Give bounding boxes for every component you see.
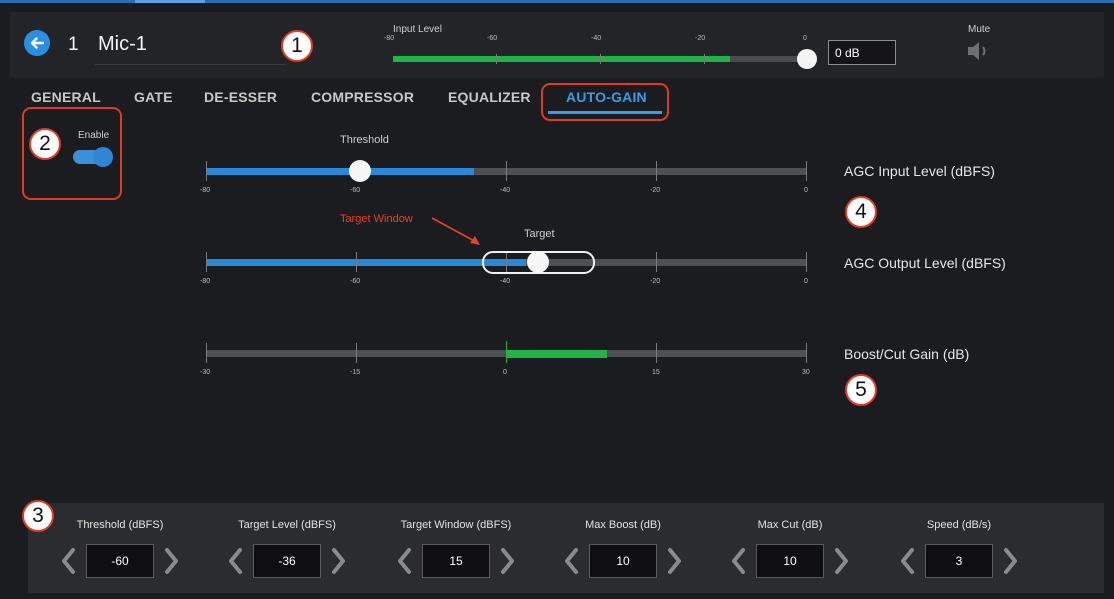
agc-output-tick (356, 252, 357, 272)
agc-output-level-fill (206, 259, 526, 266)
agc-input-tick-label: -40 (500, 187, 511, 194)
agc-output-tick-label: -20 (650, 278, 661, 285)
chevron-right-icon[interactable] (497, 546, 517, 576)
input-gain-knob[interactable] (797, 49, 817, 69)
target-window-annotation: Target Window (340, 213, 413, 225)
param-value-field[interactable]: 10 (589, 544, 657, 578)
speaker-icon[interactable] (966, 40, 992, 62)
agc-output-tick (656, 252, 657, 272)
input-meter-tick (704, 54, 705, 64)
agc-input-level-fill (206, 168, 474, 175)
tab-general[interactable]: GENERAL (31, 89, 101, 105)
auto-gain-highlight-box (541, 83, 669, 121)
chevron-left-icon[interactable] (898, 546, 918, 576)
enable-toggle-knob[interactable] (93, 147, 113, 167)
boost-cut-gain-label: Boost/Cut Gain (dB) (844, 346, 970, 362)
input-level-fill (393, 56, 730, 62)
mute-label: Mute (968, 24, 991, 35)
annotation-arrow-icon (431, 217, 480, 245)
param-label: Max Cut (dB) (757, 519, 823, 531)
agc-input-tick-label: -80 (200, 187, 211, 194)
chevron-right-icon[interactable] (161, 546, 181, 576)
callout-5: 5 (845, 374, 877, 406)
param-value-field[interactable]: 15 (422, 544, 490, 578)
chevron-right-icon[interactable] (664, 546, 684, 576)
param-label: Target Level (dBFS) (238, 519, 336, 531)
input-meter-tick (600, 54, 601, 64)
boost-cut-tick (356, 343, 357, 363)
param-value-field[interactable]: 3 (925, 544, 993, 578)
boost-cut-tick-label: 30 (802, 369, 810, 376)
param-label: Threshold (dBFS) (76, 519, 164, 531)
agc-output-tick-label: -40 (500, 278, 511, 285)
back-arrow-icon (30, 37, 45, 49)
agc-output-level-label: AGC Output Level (dBFS) (844, 255, 1006, 271)
boost-cut-tick-label: 15 (652, 369, 660, 376)
boost-cut-tick-label: -15 (350, 369, 361, 376)
agc-output-tick-label: -80 (200, 278, 211, 285)
boost-cut-tick (806, 343, 807, 363)
agc-output-tick-label: 0 (804, 278, 808, 285)
callout-2: 2 (29, 128, 61, 160)
back-button[interactable] (24, 30, 50, 56)
param-value-field[interactable]: -60 (86, 544, 154, 578)
callout-1: 1 (281, 30, 313, 62)
threshold-knob[interactable] (349, 160, 371, 182)
target-slider-label: Target (524, 228, 555, 240)
channel-name-underline (95, 64, 285, 65)
enable-label: Enable (78, 130, 110, 141)
chevron-left-icon[interactable] (226, 546, 246, 576)
agc-input-tick-label: 0 (804, 187, 808, 194)
chevron-right-icon[interactable] (328, 546, 348, 576)
param-label: Target Window (dBFS) (400, 519, 512, 531)
param-value-field[interactable]: 10 (756, 544, 824, 578)
tab-compressor[interactable]: COMPRESSOR (311, 89, 414, 105)
channel-header (10, 12, 1104, 78)
param-label: Speed (dB/s) (926, 519, 992, 531)
input-level-label: Input Level (393, 24, 442, 35)
agc-input-tick-label: -20 (650, 187, 661, 194)
agc-output-tick-label: -60 (350, 278, 361, 285)
agc-input-tick (806, 161, 807, 181)
agc-input-level-label: AGC Input Level (dBFS) (844, 163, 995, 179)
param-value-field[interactable]: -36 (253, 544, 321, 578)
agc-input-tick-label: -60 (350, 187, 361, 194)
tab-gate[interactable]: GATE (134, 89, 173, 105)
boost-cut-tick (206, 343, 207, 363)
chevron-left-icon[interactable] (59, 546, 79, 576)
input-tick-label: -80 (384, 35, 395, 42)
agc-input-tick (506, 161, 507, 181)
chevron-left-icon[interactable] (395, 546, 415, 576)
input-meter-tick (496, 54, 497, 64)
agc-input-tick (206, 161, 207, 181)
agc-output-tick (206, 252, 207, 272)
agc-input-tick (656, 161, 657, 181)
input-tick-label: -60 (487, 35, 498, 42)
boost-cut-gain-fill (507, 350, 607, 358)
threshold-slider-label: Threshold (340, 134, 389, 146)
input-tick-label: -40 (591, 35, 602, 42)
top-accent-highlight (135, 0, 205, 3)
tab-de-esser[interactable]: DE-ESSER (204, 89, 277, 105)
boost-cut-tick (656, 343, 657, 363)
boost-cut-tick-label: 0 (503, 369, 507, 376)
boost-cut-zero-tick (506, 341, 507, 363)
channel-number: 1 (68, 34, 79, 55)
chevron-right-icon[interactable] (831, 546, 851, 576)
chevron-left-icon[interactable] (729, 546, 749, 576)
target-knob[interactable] (527, 251, 549, 273)
boost-cut-tick-label: -30 (200, 369, 211, 376)
input-tick-label: 0 (803, 35, 807, 42)
tab-equalizer[interactable]: EQUALIZER (448, 89, 531, 105)
agc-output-tick (806, 252, 807, 272)
input-tick-label: -20 (695, 35, 706, 42)
channel-name[interactable]: Mic-1 (98, 33, 147, 56)
input-gain-field[interactable]: 0 dB (828, 40, 896, 65)
chevron-left-icon[interactable] (562, 546, 582, 576)
chevron-right-icon[interactable] (1000, 546, 1020, 576)
callout-4: 4 (845, 196, 877, 228)
param-label: Max Boost (dB) (585, 519, 661, 531)
